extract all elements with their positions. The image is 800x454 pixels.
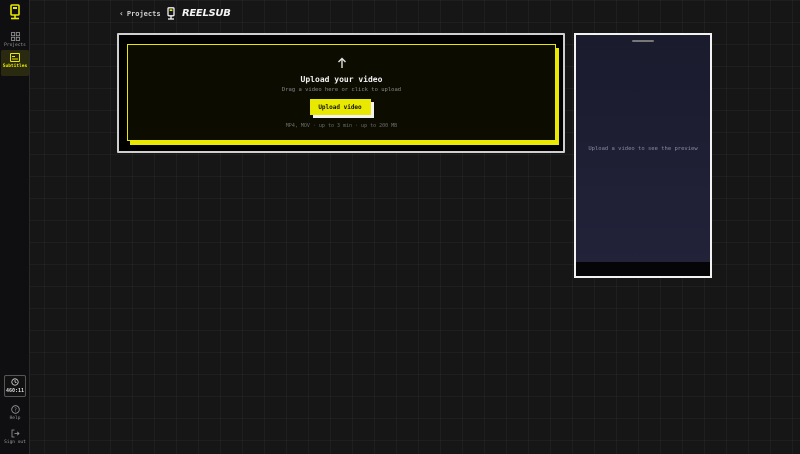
- upload-panel: Upload your video Drag a video here or c…: [117, 33, 565, 153]
- back-to-projects-link[interactable]: ‹ Projects: [119, 9, 161, 18]
- upload-subtitle: Drag a video here or click to upload: [281, 87, 402, 93]
- sidebar-item-label: Help: [9, 416, 21, 421]
- chevron-left-icon: ‹: [119, 9, 124, 18]
- help-icon: ?: [10, 405, 20, 414]
- sign-out-button[interactable]: Sign out: [1, 426, 29, 452]
- preview-placeholder: Upload a video to see the preview: [588, 146, 698, 152]
- sidebar: Projects Subtitles 460:11 ? Help Sign ou…: [0, 0, 30, 454]
- sidebar-item-label: Projects: [4, 43, 26, 48]
- svg-text:?: ?: [14, 407, 17, 413]
- upload-video-button[interactable]: Upload video: [309, 99, 371, 115]
- phone-bottom-bar: [576, 262, 710, 276]
- reelsub-logo-icon[interactable]: [8, 4, 22, 20]
- phone-preview: Upload a video to see the preview: [574, 33, 712, 278]
- sidebar-item-label: Subtitles: [2, 64, 28, 69]
- arrow-up-icon: [336, 57, 348, 69]
- back-link-label: Projects: [126, 9, 161, 18]
- brand-name: REELSUB: [182, 8, 231, 19]
- upload-dropzone[interactable]: Upload your video Drag a video here or c…: [127, 44, 556, 141]
- credits-value: 460:11: [5, 388, 25, 394]
- upload-button-wrap: Upload video: [309, 99, 374, 118]
- credits-badge[interactable]: 460:11: [4, 375, 26, 397]
- upload-constraints-note: MP4, MOV · up to 3 min · up to 200 MB: [285, 123, 398, 129]
- clock-icon: [11, 378, 19, 386]
- reelsub-logo-icon: [166, 7, 176, 20]
- subtitles-icon: [10, 53, 20, 62]
- sidebar-item-label: Sign out: [4, 440, 26, 445]
- grid-icon: [10, 32, 20, 41]
- phone-notch: [632, 40, 654, 42]
- sign-out-icon: [11, 429, 20, 438]
- sidebar-item-subtitles[interactable]: Subtitles: [1, 50, 29, 76]
- brand[interactable]: REELSUB: [166, 7, 231, 20]
- sidebar-item-help[interactable]: ? Help: [1, 402, 29, 428]
- upload-title: Upload your video: [300, 75, 383, 84]
